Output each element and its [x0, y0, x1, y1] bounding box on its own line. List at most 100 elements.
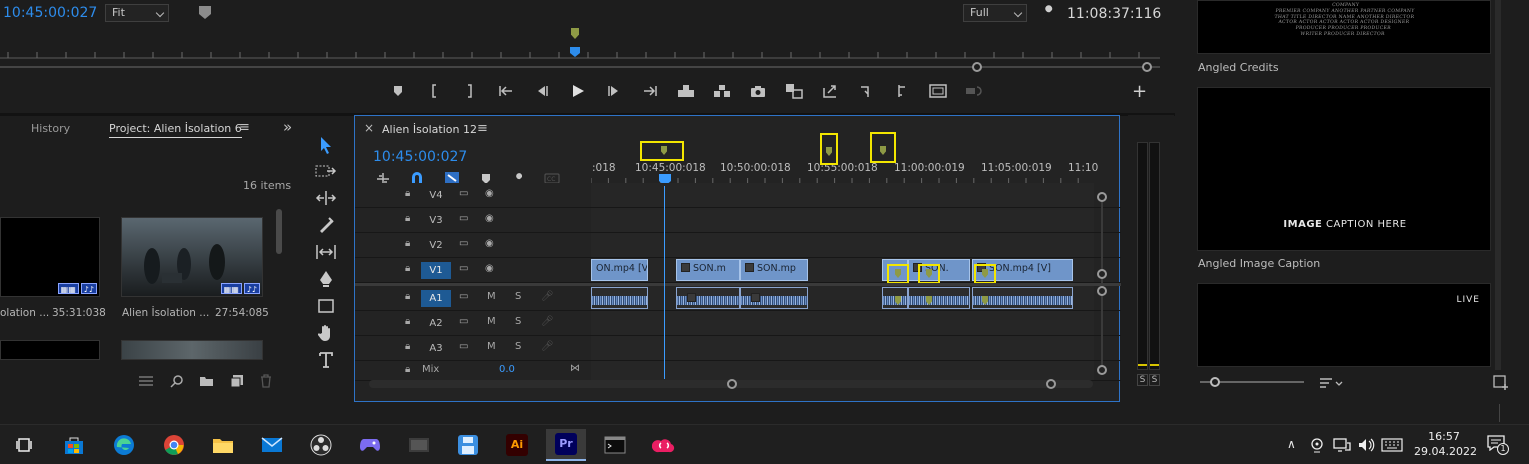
- project-scrollbar[interactable]: [276, 209, 282, 254]
- monitor-zoom-handle-right[interactable]: [1142, 62, 1152, 72]
- marker-icon[interactable]: [380, 78, 416, 104]
- track-lane[interactable]: [591, 286, 1094, 310]
- voiceover-mic-icon[interactable]: 🎤︎: [541, 316, 554, 327]
- template-thumbnail-credits[interactable]: COMPANY PREMIER COMPANY ANOTHER PARTNER …: [1197, 0, 1491, 54]
- monitor-time-ruler[interactable]: [0, 44, 1160, 60]
- rectangle-tool-icon[interactable]: [313, 294, 339, 318]
- video-clip[interactable]: SON.m: [676, 259, 740, 281]
- network-icon[interactable]: [1333, 438, 1351, 452]
- mute-button[interactable]: M: [487, 291, 496, 302]
- lock-icon[interactable]: 🔒︎: [405, 291, 410, 302]
- playback-resolution-select[interactable]: Full: [963, 4, 1027, 22]
- timeline-timecode[interactable]: 10:45:00:027: [373, 149, 467, 165]
- close-sequence-icon[interactable]: ×: [364, 121, 374, 135]
- sequence-tab[interactable]: Alien İsolation 12: [382, 123, 477, 136]
- new-layer-icon[interactable]: [1493, 375, 1509, 391]
- lock-icon[interactable]: 🔒︎: [405, 316, 410, 327]
- volume-icon[interactable]: [1357, 437, 1375, 453]
- add-button[interactable]: +: [1132, 81, 1147, 102]
- sync-lock-icon[interactable]: ▭: [459, 316, 468, 327]
- selection-tool-icon[interactable]: [313, 133, 339, 157]
- type-tool-icon[interactable]: [313, 348, 339, 372]
- screen-icon[interactable]: [399, 429, 439, 461]
- voiceover-mic-icon[interactable]: 🎤︎: [541, 291, 554, 302]
- panel-overflow-icon[interactable]: »: [283, 118, 292, 136]
- mix-volume-value[interactable]: 0.0: [499, 364, 515, 375]
- insert-icon[interactable]: [812, 78, 848, 104]
- notification-center-icon[interactable]: 1: [1487, 435, 1509, 455]
- playhead-line[interactable]: [664, 186, 665, 379]
- monitor-marker-icon[interactable]: [571, 28, 579, 39]
- webcam-icon[interactable]: [1310, 437, 1324, 453]
- task-view-icon[interactable]: [5, 429, 45, 461]
- new-item-icon[interactable]: [230, 374, 244, 388]
- track-lane[interactable]: ON.mp4 [V] SON.m SON.mp SON. SON.mp4 [V]: [591, 258, 1094, 282]
- track-name[interactable]: V4: [421, 187, 451, 204]
- search-icon[interactable]: [170, 374, 184, 388]
- solo-right-button[interactable]: S: [1149, 374, 1160, 386]
- safe-margins-icon[interactable]: [920, 78, 956, 104]
- play-icon[interactable]: [560, 78, 596, 104]
- thumbnail-size-handle[interactable]: [1210, 377, 1220, 387]
- trash-icon[interactable]: [260, 374, 272, 388]
- game-icon[interactable]: [350, 429, 390, 461]
- eye-icon[interactable]: ◉: [485, 213, 494, 224]
- save-icon[interactable]: [448, 429, 488, 461]
- template-thumbnail-image-caption[interactable]: IMAGE CAPTION HERE: [1197, 87, 1491, 251]
- tab-project[interactable]: Project: Alien İsolation 6: [109, 122, 242, 138]
- project-thumbnail-4[interactable]: [121, 340, 263, 360]
- mute-button[interactable]: M: [487, 341, 496, 352]
- step-back-icon[interactable]: [524, 78, 560, 104]
- track-name[interactable]: A2: [421, 315, 451, 332]
- chrome-icon[interactable]: [154, 429, 194, 461]
- new-bin-icon[interactable]: [199, 375, 214, 387]
- step-forward-icon[interactable]: [596, 78, 632, 104]
- razor-tool-icon[interactable]: [313, 213, 339, 237]
- solo-button[interactable]: S: [515, 341, 521, 352]
- sync-lock-icon[interactable]: ▭: [459, 188, 468, 199]
- keyboard-icon[interactable]: [1381, 438, 1403, 452]
- sync-lock-icon[interactable]: ▭: [459, 263, 468, 274]
- project-thumbnail-1[interactable]: ▦▦ ♪♪: [0, 217, 100, 297]
- trim-icon[interactable]: [848, 78, 884, 104]
- system-clock[interactable]: 16:57 29.04.2022: [1414, 429, 1477, 459]
- track-name[interactable]: A3: [421, 340, 451, 357]
- track-lane[interactable]: [591, 183, 1094, 207]
- mark-in-icon[interactable]: [416, 78, 452, 104]
- mark-out-icon[interactable]: [452, 78, 488, 104]
- track-select-tool-icon[interactable]: [313, 159, 339, 183]
- eye-icon[interactable]: ◉: [485, 188, 494, 199]
- timeline-zoom-handle-left[interactable]: [727, 379, 737, 389]
- audio-clip[interactable]: [908, 287, 970, 309]
- lock-icon[interactable]: 🔒︎: [405, 364, 410, 375]
- sync-lock-icon[interactable]: ▭: [459, 213, 468, 224]
- mix-expand-icon[interactable]: ⋈: [570, 363, 580, 374]
- audio-clip[interactable]: [740, 287, 808, 309]
- wrench-icon[interactable]: [1040, 5, 1056, 21]
- creative-cloud-icon[interactable]: [644, 429, 684, 461]
- eye-icon[interactable]: ◉: [485, 263, 494, 274]
- monitor-zoom-handle-left[interactable]: [972, 62, 982, 72]
- video-clip[interactable]: ON.mp4 [V]: [591, 259, 648, 281]
- vr-icon[interactable]: [956, 78, 992, 104]
- edge-icon[interactable]: [104, 429, 144, 461]
- export-frame-icon[interactable]: [740, 78, 776, 104]
- video-clip[interactable]: SON.mp: [740, 259, 808, 281]
- lock-icon[interactable]: 🔒︎: [405, 341, 410, 352]
- project-thumbnail-2[interactable]: ▦▦ ♪♪: [121, 217, 263, 297]
- project-thumbnail-3[interactable]: [0, 340, 100, 360]
- list-view-icon[interactable]: [138, 375, 154, 387]
- track-lane[interactable]: [591, 208, 1094, 232]
- sync-lock-icon[interactable]: ▭: [459, 291, 468, 302]
- tab-history[interactable]: History: [31, 122, 70, 135]
- video-zoom-handle-top[interactable]: [1097, 192, 1107, 202]
- illustrator-icon[interactable]: Ai: [497, 429, 537, 461]
- solo-button[interactable]: S: [515, 316, 521, 327]
- lift-icon[interactable]: [668, 78, 704, 104]
- eye-icon[interactable]: ◉: [485, 238, 494, 249]
- sequence-menu-icon[interactable]: ≡: [477, 121, 488, 136]
- trim-end-icon[interactable]: [884, 78, 920, 104]
- audio-clip[interactable]: [591, 287, 648, 309]
- sync-lock-icon[interactable]: ▭: [459, 341, 468, 352]
- audio-zoom-handle-bottom[interactable]: [1097, 365, 1107, 375]
